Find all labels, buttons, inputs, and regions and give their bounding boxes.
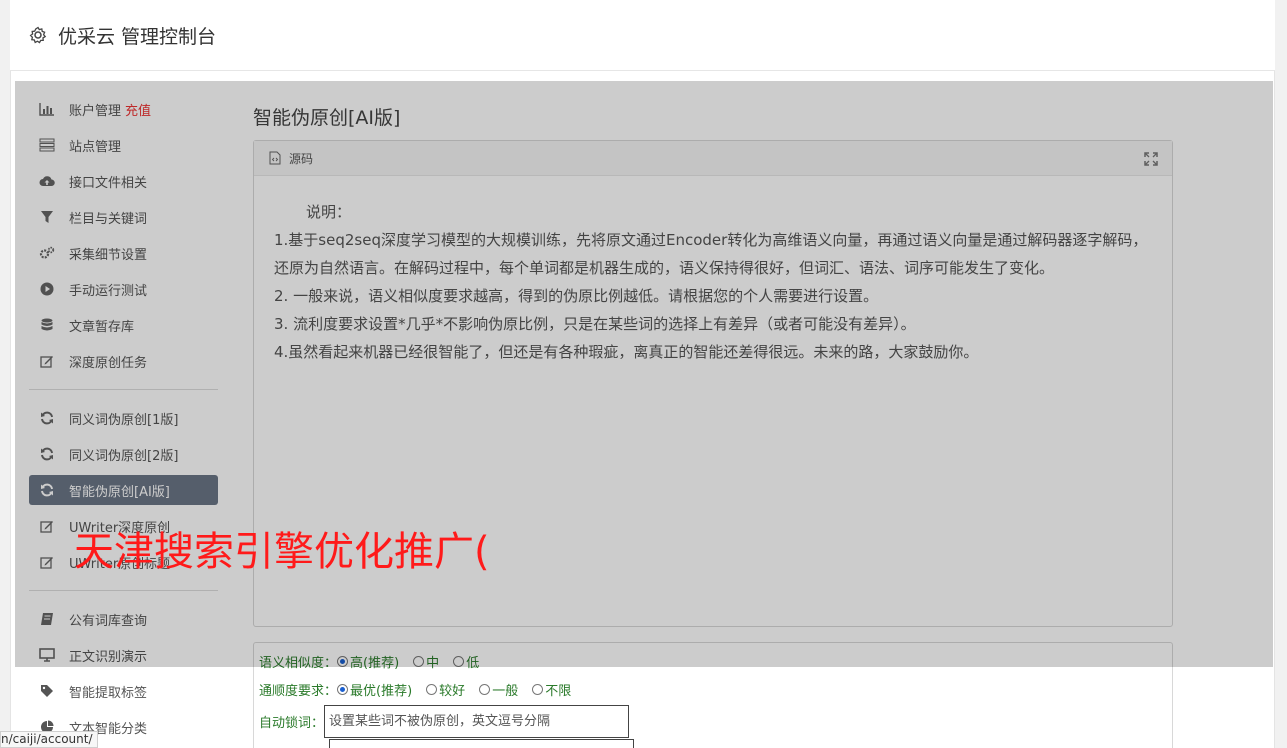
tag-icon — [39, 683, 55, 699]
notes-lead: 说明： — [306, 203, 352, 221]
extra-input[interactable] — [329, 739, 634, 748]
note-paragraph: 3. 流利度要求设置*几乎*不影响伪原比例，只是在某些词的选择上有差异（或者可能… — [274, 315, 916, 333]
fluency-option-any[interactable]: 不限 — [532, 680, 571, 699]
edit-icon — [39, 353, 55, 369]
expand-icon[interactable] — [1144, 152, 1158, 166]
sidebar: 账户管理 充值 站点管理 接口文件相关 栏目与关键词 采集细节设置 手动运行测试… — [15, 81, 237, 748]
file-code-icon — [269, 151, 281, 165]
sidebar-item-label: 智能伪原创[AI版] — [69, 484, 170, 500]
radio-dot[interactable] — [337, 656, 349, 667]
sidebar-item-manual-run[interactable]: 手动运行测试 — [29, 274, 218, 304]
sidebar-item-label: 站点管理 — [69, 139, 122, 155]
sidebar-item-label: 同义词伪原创[2版] — [69, 448, 179, 464]
fluency-row: 通顺度要求： 最优(推荐) 较好 一般 不限 — [259, 680, 585, 699]
refresh-icon — [39, 410, 55, 426]
bar-chart-icon — [39, 101, 55, 117]
sidebar-item-label: 正文识别演示 — [69, 649, 148, 665]
radio-dot[interactable] — [453, 656, 465, 667]
sidebar-item-label: 同义词伪原创[1版] — [69, 412, 179, 428]
sidebar-item-label: 接口文件相关 — [69, 175, 148, 191]
page-title: 智能伪原创[AI版] — [253, 107, 401, 129]
sidebar-item-article-store[interactable]: 文章暂存库 — [29, 310, 218, 340]
radio-dot[interactable] — [337, 684, 349, 695]
similarity-option-low[interactable]: 低 — [453, 652, 479, 671]
sidebar-item-label: 手动运行测试 — [69, 283, 148, 299]
note-paragraph: 2. 一般来说，语义相似度要求越高，得到的伪原比例越低。请根据您的个人需要进行设… — [274, 287, 879, 305]
sidebar-item-label: 文章暂存库 — [69, 319, 135, 335]
sidebar-item-deep-original[interactable]: 深度原创任务 — [29, 346, 218, 376]
note-paragraph: 1.基于seq2seq深度学习模型的大规模训练，先将原文通过Encoder转化为… — [274, 231, 1148, 277]
cloud-upload-icon — [39, 173, 55, 189]
options-form: 语义相似度： 高(推荐) 中 低 通顺度要求： 最优(推荐) 较好 一般 不限 … — [253, 642, 1173, 748]
page: 优采云 管理控制台 账户管理 充值 站点管理 接口文件相关 栏目与关键词 采集细… — [0, 0, 1287, 748]
refresh-icon — [39, 482, 55, 498]
lock-words-input[interactable] — [324, 705, 630, 738]
sidebar-item-label: 采集细节设置 — [69, 247, 148, 263]
radio-dot[interactable] — [479, 684, 491, 695]
sidebar-item-interface[interactable]: 接口文件相关 — [29, 166, 218, 196]
edit-icon — [39, 518, 55, 534]
edit-icon — [39, 554, 55, 570]
server-icon — [39, 137, 55, 153]
refresh-icon — [39, 446, 55, 462]
radio-dot[interactable] — [413, 656, 425, 667]
sidebar-item-account[interactable]: 账户管理 充值 — [29, 94, 218, 124]
extra-row — [259, 739, 634, 748]
monitor-icon — [39, 647, 55, 663]
cogs-icon — [39, 245, 55, 261]
database-icon — [39, 317, 55, 333]
panel-heading: 源码 — [289, 151, 314, 166]
sidebar-item-text-recognition[interactable]: 正文识别演示 — [29, 640, 218, 670]
top-bar: 优采云 管理控制台 — [10, 0, 1275, 71]
note-paragraph: 4.虽然看起来机器已经很智能了，但还是有各种瑕疵，离真正的智能还差得很远。未来的… — [274, 343, 979, 361]
lock-label: 自动锁词： — [259, 716, 325, 731]
similarity-option-mid[interactable]: 中 — [413, 652, 439, 671]
status-bar-url: n/caiji/account/ — [0, 731, 98, 748]
fluency-option-good[interactable]: 较好 — [426, 680, 465, 699]
similarity-label: 语义相似度： — [259, 656, 338, 671]
sidebar-item-ai-rewrite[interactable]: 智能伪原创[AI版] — [29, 475, 218, 505]
radio-dot[interactable] — [426, 684, 438, 695]
similarity-option-high[interactable]: 高(推荐) — [337, 652, 399, 671]
sidebar-item-synonym-v1[interactable]: 同义词伪原创[1版] — [29, 403, 218, 433]
panel-body: 说明： 1.基于seq2seq深度学习模型的大规模训练，先将原文通过Encode… — [254, 176, 1172, 366]
filter-icon — [39, 209, 55, 225]
lock-row: 自动锁词： — [259, 705, 630, 738]
play-circle-icon — [39, 281, 55, 297]
sidebar-item-label: 深度原创任务 — [69, 355, 148, 371]
sidebar-item-public-lexicon[interactable]: 公有词库查询 — [29, 604, 218, 634]
sidebar-item-label: 账户管理 — [69, 103, 122, 119]
radio-dot[interactable] — [532, 684, 544, 695]
similarity-row: 语义相似度： 高(推荐) 中 低 — [259, 652, 493, 671]
recharge-link[interactable]: 充值 — [125, 100, 151, 119]
sidebar-item-collect-settings[interactable]: 采集细节设置 — [29, 238, 218, 268]
sidebar-item-keywords[interactable]: 栏目与关键词 — [29, 202, 218, 232]
panel-header: 源码 — [254, 141, 1172, 176]
sidebar-divider — [29, 590, 218, 591]
console-title: 优采云 管理控制台 — [58, 25, 217, 48]
book-icon — [39, 611, 55, 627]
sidebar-item-synonym-v2[interactable]: 同义词伪原创[2版] — [29, 439, 218, 469]
fluency-option-normal[interactable]: 一般 — [479, 680, 518, 699]
watermark-text: 天津搜索引擎优化推广( — [74, 529, 490, 575]
fluency-label: 通顺度要求： — [259, 684, 338, 699]
gear-icon — [28, 25, 48, 45]
sidebar-item-extract-tags[interactable]: 智能提取标签 — [29, 676, 218, 706]
sidebar-item-sites[interactable]: 站点管理 — [29, 130, 218, 160]
sidebar-item-label: 公有词库查询 — [69, 613, 148, 629]
fluency-option-best[interactable]: 最优(推荐) — [337, 680, 412, 699]
sidebar-divider — [29, 389, 218, 390]
sidebar-item-label: 栏目与关键词 — [69, 211, 148, 227]
sidebar-item-label: 智能提取标签 — [69, 685, 148, 701]
